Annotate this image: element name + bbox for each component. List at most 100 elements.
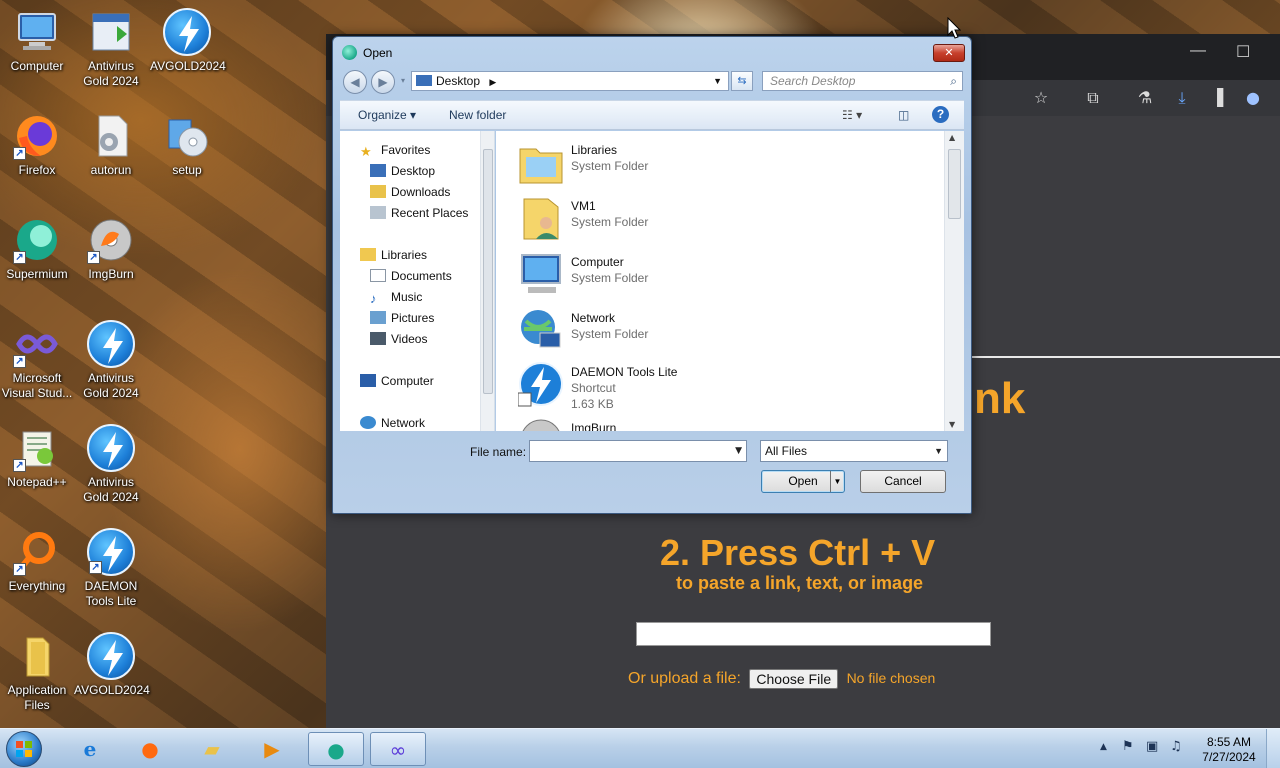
computer-icon: [360, 374, 376, 387]
desktop-icon-visual-studio[interactable]: ↗ Microsoft Visual Stud...: [0, 320, 74, 401]
taskbar: e ● ▰ ▶ ● ∞ ▲ ⚑ ▣ ♫ 8:55 AM 7/27/2024: [0, 728, 1280, 768]
paste-input[interactable]: [636, 622, 991, 646]
side-panel-icon[interactable]: ▐: [1206, 87, 1228, 109]
network-icon: [360, 416, 376, 429]
desktop-icon-imgburn[interactable]: ↗ ImgBurn: [74, 216, 148, 282]
view-options-icon[interactable]: ☷ ▾: [842, 108, 862, 122]
taskbar-ie-icon[interactable]: e: [62, 732, 118, 766]
choose-file-button[interactable]: Choose File: [749, 669, 839, 689]
nav-pictures[interactable]: Pictures: [370, 311, 434, 325]
breadcrumb-arrow-icon[interactable]: ▶: [489, 77, 496, 87]
nav-recent-places[interactable]: Recent Places: [370, 206, 468, 220]
taskbar-firefox-icon[interactable]: ●: [122, 732, 178, 766]
nav-computer[interactable]: Computer: [360, 374, 434, 388]
address-dropdown-icon[interactable]: ▼: [713, 72, 722, 90]
desktop-icon-antivirus-gold-installer[interactable]: Antivirus Gold 2024: [74, 8, 148, 89]
desktop-icon-avgold2024[interactable]: AVGOLD2024: [150, 8, 226, 74]
antivirus-bolt-icon: [87, 320, 135, 368]
installer-icon: [87, 8, 135, 56]
desktop-icon-daemon-tools[interactable]: ↗ DAEMON Tools Lite: [74, 528, 148, 609]
mouse-cursor-icon: [947, 17, 961, 39]
libraries-folder-icon: [518, 139, 564, 185]
desktop-icon-application-files[interactable]: Application Files: [0, 632, 74, 713]
network-icon: [518, 307, 564, 353]
file-name-input[interactable]: ▼: [529, 440, 747, 462]
refresh-button[interactable]: ⇆: [731, 71, 753, 91]
desktop-icon: [370, 164, 386, 177]
nav-scrollbar-thumb[interactable]: [483, 149, 493, 394]
taskbar-media-player-icon[interactable]: ▶: [244, 732, 300, 766]
nav-music[interactable]: ♪ Music: [370, 290, 422, 306]
nav-desktop[interactable]: Desktop: [370, 164, 435, 178]
setup-icon: [163, 112, 211, 160]
file-list-scrollbar-thumb[interactable]: [948, 149, 961, 219]
close-button[interactable]: ✕: [933, 44, 965, 62]
shortcut-arrow-icon: ↗: [13, 459, 26, 472]
desktop-icon-everything[interactable]: ↗ Everything: [0, 528, 74, 594]
visual-studio-icon: ↗: [13, 320, 61, 368]
network-tray-icon[interactable]: ▣: [1146, 739, 1158, 754]
minimize-icon[interactable]: —: [1190, 42, 1206, 60]
start-button[interactable]: [6, 731, 42, 767]
desktop-icon-setup[interactable]: setup: [150, 112, 224, 178]
user-folder-icon: [518, 195, 564, 241]
scroll-down-icon[interactable]: ▼: [949, 420, 955, 429]
new-folder-button[interactable]: New folder: [449, 108, 506, 122]
cancel-button[interactable]: Cancel: [860, 470, 946, 493]
nav-network[interactable]: Network: [360, 416, 425, 430]
download-icon[interactable]: ⤓: [1171, 87, 1193, 109]
file-name-dropdown-icon[interactable]: ▼: [735, 441, 742, 461]
nav-scrollbar[interactable]: [480, 131, 494, 431]
open-button[interactable]: Open ▼: [761, 470, 845, 493]
star-icon: ★: [360, 144, 372, 159]
clock[interactable]: 8:55 AM 7/27/2024: [1196, 735, 1262, 765]
show-desktop-button[interactable]: [1266, 729, 1280, 768]
imgburn-icon: [518, 417, 564, 431]
nav-documents[interactable]: Documents: [370, 269, 452, 283]
shortcut-arrow-icon: ↗: [89, 561, 102, 574]
preview-pane-icon[interactable]: ◫: [898, 108, 909, 122]
scroll-up-icon[interactable]: ▲: [949, 133, 955, 142]
shortcut-arrow-icon: ↗: [87, 251, 100, 264]
address-bar[interactable]: Desktop ▶ ▼: [411, 71, 729, 91]
profile-avatar-icon[interactable]: ●: [1242, 87, 1264, 109]
organize-button[interactable]: Organize ▾: [358, 108, 416, 122]
desktop-icon-antivirus-gold-2024[interactable]: Antivirus Gold 2024: [74, 320, 148, 401]
file-list: Libraries System Folder VM1 System Folde…: [496, 131, 944, 431]
desktop-icon-label: Antivirus Gold 2024: [83, 59, 139, 88]
desktop-icon-supermium[interactable]: ↗ Supermium: [0, 216, 74, 282]
desktop-icon-antivirus-gold-2024-b[interactable]: Antivirus Gold 2024: [74, 424, 148, 505]
folder-icon: [13, 632, 61, 680]
forward-button[interactable]: ▶: [371, 70, 395, 94]
file-list-scrollbar[interactable]: ▲ ▼: [944, 131, 964, 431]
desktop-icon-autorun[interactable]: autorun: [74, 112, 148, 178]
nav-favorites[interactable]: ★ Favorites: [360, 143, 430, 159]
show-hidden-icons-icon[interactable]: ▲: [1100, 742, 1107, 752]
taskbar-visual-studio-icon[interactable]: ∞: [370, 732, 426, 766]
nav-libraries[interactable]: Libraries: [360, 248, 427, 262]
open-split-dropdown-icon[interactable]: ▼: [830, 471, 844, 492]
computer-icon: [13, 8, 61, 56]
antivirus-bolt-icon: [87, 424, 135, 472]
nav-videos[interactable]: Videos: [370, 332, 427, 346]
bookmark-star-icon[interactable]: ☆: [1030, 87, 1052, 109]
taskbar-explorer-icon[interactable]: ▰: [184, 732, 240, 766]
desktop-icon-avgold2024-b[interactable]: AVGOLD2024: [74, 632, 150, 698]
search-input[interactable]: Search Desktop ⌕: [762, 71, 963, 91]
action-center-flag-icon[interactable]: ⚑: [1122, 739, 1134, 754]
nav-downloads[interactable]: Downloads: [370, 185, 450, 199]
maximize-icon[interactable]: ☐: [1236, 42, 1250, 62]
volume-icon[interactable]: ♫: [1170, 739, 1182, 754]
antivirus-bolt-icon: ↗: [87, 528, 135, 576]
help-icon[interactable]: ?: [932, 106, 949, 123]
desktop-icon-firefox[interactable]: ↗ Firefox: [0, 112, 74, 178]
desktop-icon-notepadpp[interactable]: ↗ Notepad++: [0, 424, 74, 490]
labs-flask-icon[interactable]: ⚗: [1134, 87, 1156, 109]
desktop-icon-computer[interactable]: Computer: [0, 8, 74, 74]
libraries-icon: [360, 248, 376, 261]
history-dropdown-icon[interactable]: ▾: [397, 70, 409, 94]
extensions-icon[interactable]: ⧉: [1082, 87, 1104, 109]
taskbar-supermium-icon[interactable]: ●: [308, 732, 364, 766]
back-button[interactable]: ◀: [343, 70, 367, 94]
file-type-select[interactable]: All Files ▼: [760, 440, 948, 462]
